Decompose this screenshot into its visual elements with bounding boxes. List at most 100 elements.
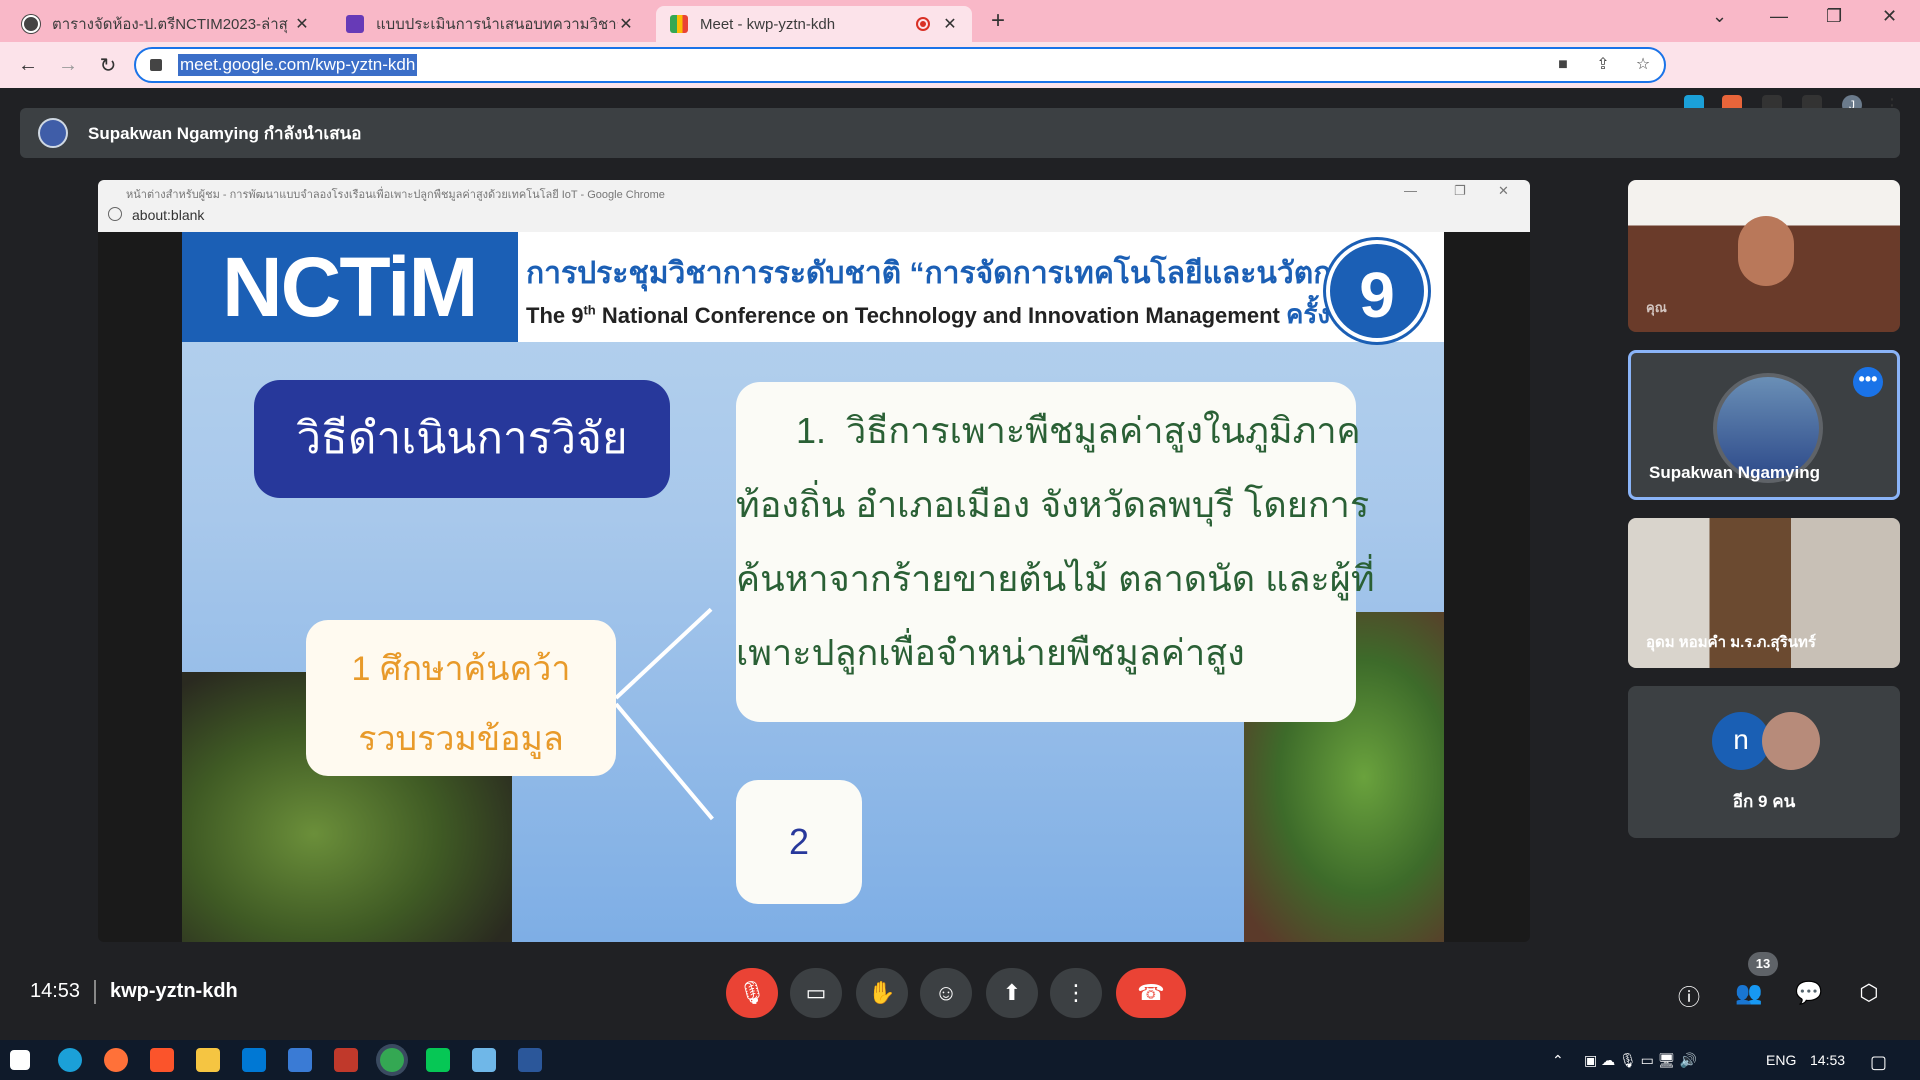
presentation-slide: NCTiM การประชุมวิชาการระดับชาติ “การจัดก… (182, 232, 1444, 942)
shared-screen: หน้าต่างสำหรับผู้ชม - การพัฒนาแบบจำลองโร… (98, 180, 1530, 942)
close-icon: ✕ (1498, 183, 1509, 198)
minimize-button[interactable]: — (1770, 6, 1788, 27)
avatar (38, 118, 68, 148)
new-tab-button[interactable]: + (982, 6, 1014, 38)
tab-meet[interactable]: Meet - kwp-yztn-kdh ✕ (656, 6, 972, 42)
notepad-icon[interactable] (472, 1048, 496, 1072)
minimize-icon: — (1404, 183, 1417, 198)
slide-banner: NCTiM การประชุมวิชาการระดับชาติ “การจัดก… (182, 232, 1444, 342)
avatar (1762, 712, 1820, 770)
activities-icon[interactable]: ⬡ (1854, 980, 1884, 1006)
browser-tab-strip: ตารางจัดห้อง-ป.ตรีNCTIM2023-ล่าสุ ✕ แบบป… (0, 0, 1920, 42)
title-en-post: National Conference on Technology and In… (595, 303, 1286, 328)
share-icon[interactable]: ⇪ (1594, 56, 1612, 74)
conference-logo: NCTiM (182, 232, 518, 342)
start-icon[interactable] (10, 1050, 30, 1070)
step-2-box: 2 (736, 780, 862, 904)
edition-number: 9 (1326, 240, 1428, 342)
raise-hand-button[interactable]: ✋ (856, 968, 908, 1018)
title-en-pre: The 9 (526, 303, 584, 328)
meeting-info-icon[interactable]: ⓘ (1674, 980, 1704, 1012)
detail-line: ค้นหาจากร้ายขายต้นไม้ ตลาดนัด และผู้ที่ (736, 558, 1375, 599)
presenter-banner: Supakwan Ngamying กำลังนำเสนอ (20, 108, 1900, 158)
close-icon[interactable]: ✕ (942, 14, 958, 34)
url-text[interactable]: meet.google.com/kwp-yztn-kdh (178, 54, 418, 76)
browser-toolbar: ← → ↻ meet.google.com/kwp-yztn-kdh ■ ⇪ ☆… (0, 42, 1920, 115)
conference-title-en: The 9th National Conference on Technolog… (526, 294, 1347, 335)
shared-window-chrome: หน้าต่างสำหรับผู้ชม - การพัฒนาแบบจำลองโร… (98, 180, 1530, 232)
more-options-button[interactable]: ⋮ (1050, 968, 1102, 1018)
detail-line: เพาะปลูกเพื่อจำหน่ายพืชมูลค่าสูง (736, 632, 1245, 673)
shared-window-title: หน้าต่างสำหรับผู้ชม - การพัฒนาแบบจำลองโร… (126, 189, 665, 201)
leave-call-button[interactable]: ☎ (1116, 968, 1186, 1018)
notification-icon[interactable]: ▢ (1870, 1052, 1887, 1073)
store-icon[interactable] (288, 1048, 312, 1072)
title-en-sup: th (583, 302, 596, 318)
others-count: อีก 9 คน (1732, 792, 1796, 811)
close-icon[interactable]: ✕ (618, 14, 634, 34)
line-icon[interactable] (426, 1048, 450, 1072)
participant-count-badge: 13 (1748, 952, 1778, 976)
app-icon[interactable] (334, 1048, 358, 1072)
present-button[interactable]: ⬆ (986, 968, 1038, 1018)
mail-icon[interactable] (242, 1048, 266, 1072)
tab-title: Meet - kwp-yztn-kdh (700, 15, 836, 33)
tab-title: ตารางจัดห้อง-ป.ตรีNCTIM2023-ล่าสุ (52, 16, 288, 33)
participant-name: อุดม หอมคำ ม.ร.ภ.สุรินทร์ (1646, 634, 1816, 651)
participant-tile-self[interactable]: คุณ (1628, 180, 1900, 332)
word-icon[interactable] (518, 1048, 542, 1072)
globe-icon (22, 15, 40, 33)
meeting-code: kwp-yztn-kdh (110, 980, 238, 1002)
slide-heading: วิธีดำเนินการวิจัย (254, 380, 670, 498)
others-tile[interactable]: n อีก 9 คน (1628, 686, 1900, 838)
step-1-line-2: รวบรวมข้อมูล (358, 720, 564, 758)
edge-icon[interactable] (58, 1048, 82, 1072)
camera-button[interactable]: ▭ (790, 968, 842, 1018)
connector-line (614, 607, 713, 700)
step-1-box: 1 ศึกษาค้นคว้า รวบรวมข้อมูล (306, 620, 616, 776)
restore-button[interactable]: ❐ (1826, 6, 1842, 27)
chrome-icon[interactable] (380, 1048, 404, 1072)
file-explorer-icon[interactable] (196, 1048, 220, 1072)
chat-icon[interactable]: 💬 (1794, 980, 1824, 1006)
recording-icon (916, 17, 930, 31)
forward-icon[interactable]: → (48, 54, 88, 77)
participant-tile-presenter[interactable]: ••• Supakwan Ngamying (1628, 350, 1900, 500)
mic-off-button[interactable]: 🎙 (726, 968, 778, 1018)
participant-video (1738, 216, 1794, 286)
detail-box: 1. วิธีการเพาะพืชมูลค่าสูงในภูมิภาค ท้อง… (736, 382, 1375, 722)
tab-search-icon[interactable]: ⌄ (1712, 6, 1727, 27)
close-window-button[interactable]: ✕ (1882, 6, 1897, 27)
tray-chevron-icon[interactable]: ⌃ (1552, 1052, 1564, 1069)
more-options-icon[interactable]: ••• (1853, 367, 1883, 397)
camera-icon[interactable]: ■ (1554, 56, 1572, 74)
back-icon[interactable]: ← (8, 54, 48, 77)
taskbar-clock[interactable]: 14:53 (1810, 1052, 1845, 1068)
lock-icon[interactable] (150, 59, 162, 71)
reload-icon[interactable]: ↻ (88, 53, 128, 78)
tab-room-schedule[interactable]: ตารางจัดห้อง-ป.ตรีNCTIM2023-ล่าสุ ✕ (8, 6, 324, 42)
address-bar[interactable]: meet.google.com/kwp-yztn-kdh ■ ⇪ ☆ (134, 47, 1666, 83)
divider (94, 980, 96, 1004)
star-icon[interactable]: ☆ (1634, 56, 1652, 74)
step-1-line-1: 1 ศึกษาค้นคว้า (351, 650, 571, 688)
restore-icon: ❐ (1454, 183, 1466, 198)
connector-line (614, 702, 714, 821)
meet-icon (670, 15, 688, 33)
detail-line: 1. วิธีการเพาะพืชมูลค่าสูงในภูมิภาค (736, 410, 1361, 451)
brave-icon[interactable] (150, 1048, 174, 1072)
firefox-icon[interactable] (104, 1048, 128, 1072)
tray-icons[interactable]: ▣ ☁ 🎙 ▭ 🖥 🔊 (1584, 1052, 1697, 1069)
language-indicator[interactable]: ENG (1766, 1052, 1796, 1068)
presenter-text: Supakwan Ngamying กำลังนำเสนอ (88, 123, 362, 143)
participant-name: Supakwan Ngamying (1649, 463, 1820, 482)
info-icon (108, 207, 122, 221)
conference-title-th: การประชุมวิชาการระดับชาติ “การจัดการเทคโ… (526, 257, 1399, 290)
close-icon[interactable]: ✕ (294, 14, 310, 34)
emoji-button[interactable]: ☺ (920, 968, 972, 1018)
tab-title: แบบประเมินการนำเสนอบทความวิชาก (376, 16, 618, 33)
tab-evaluation-form[interactable]: แบบประเมินการนำเสนอบทความวิชาก ✕ (332, 6, 648, 42)
people-icon[interactable]: 👥 (1734, 980, 1764, 1006)
meeting-clock: 14:53 (30, 980, 81, 1002)
participant-tile[interactable]: อุดม หอมคำ ม.ร.ภ.สุรินทร์ (1628, 518, 1900, 668)
